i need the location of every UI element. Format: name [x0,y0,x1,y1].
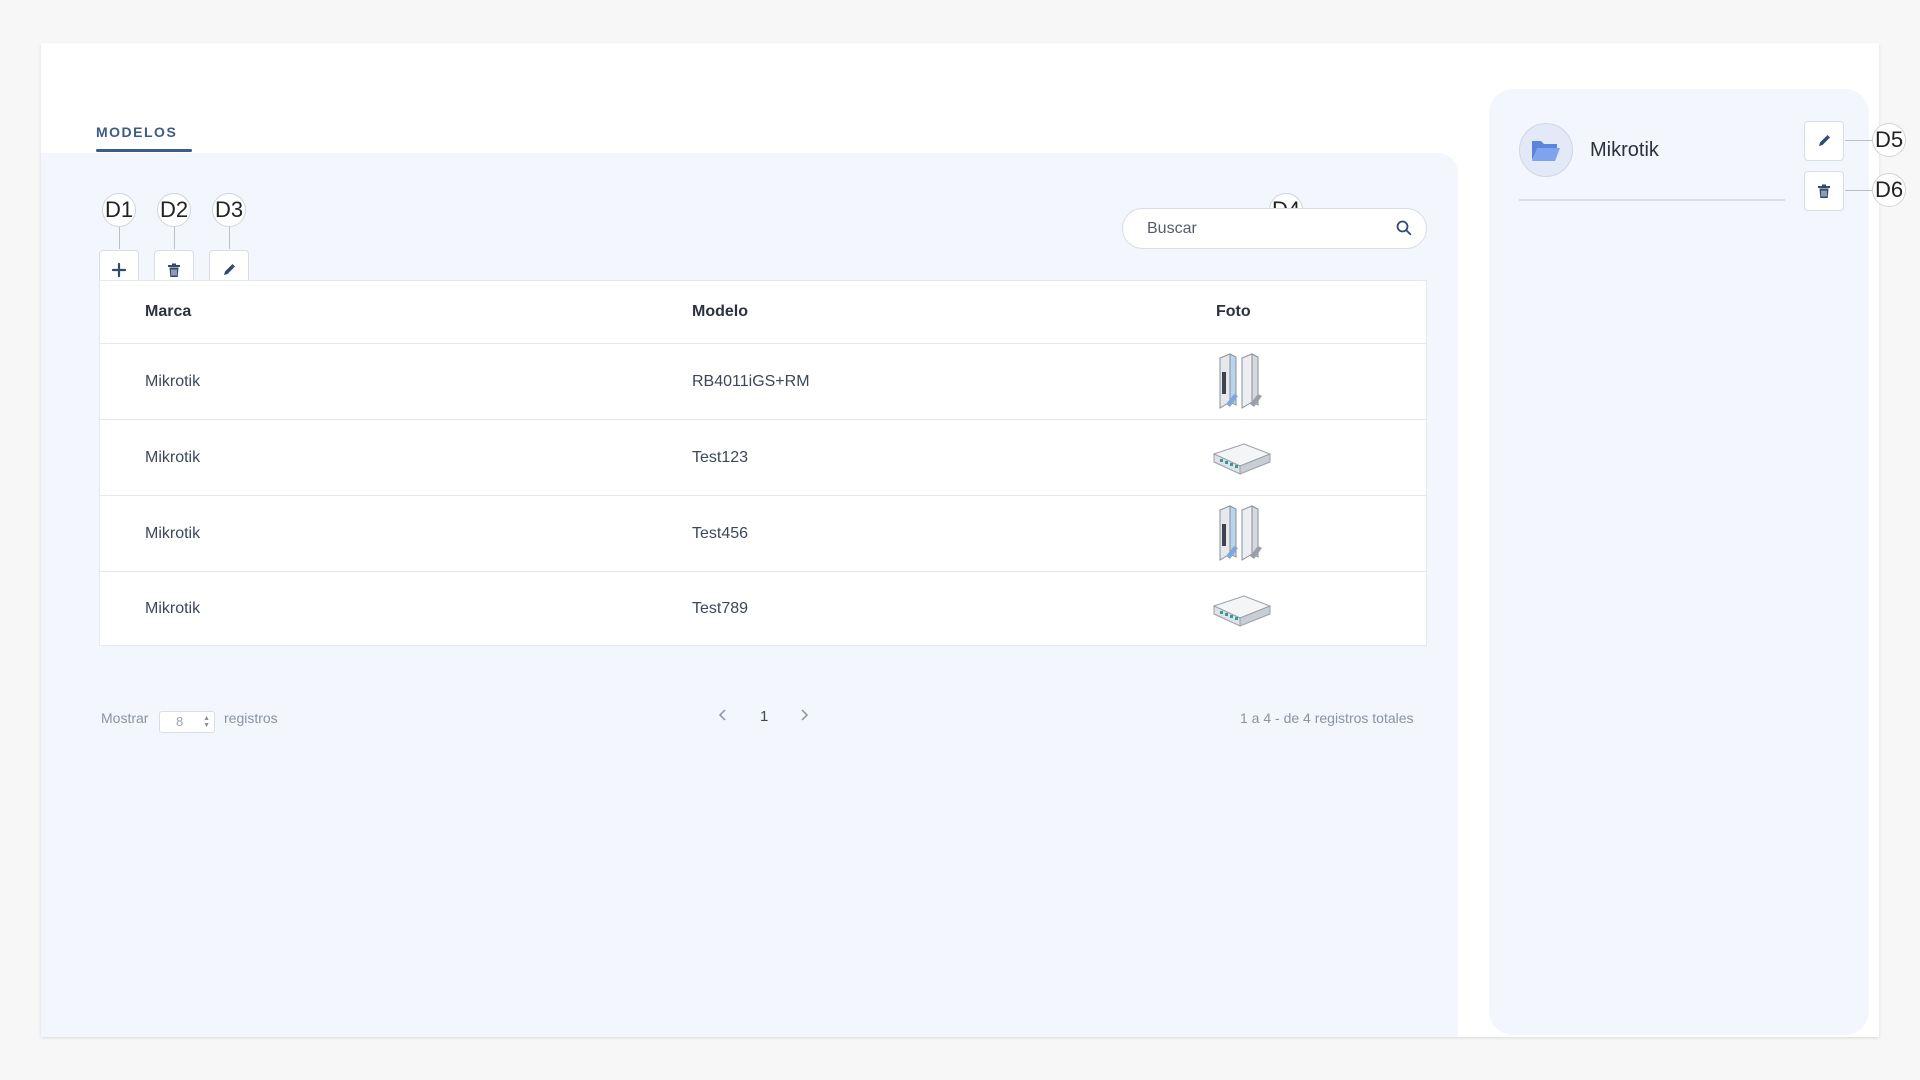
search-box[interactable] [1122,208,1427,249]
router-flat-image [1212,443,1272,475]
records-summary: 1 a 4 - de 4 registros totales [1240,710,1414,726]
table-row[interactable]: Mikrotik Test789 [100,572,1426,645]
pencil-icon [224,264,235,275]
table-row[interactable]: Mikrotik Test456 [100,496,1426,572]
cell-modelo: Test123 [692,448,749,466]
router-tower-image [1219,505,1262,561]
search-icon[interactable] [1396,220,1412,241]
callout-line [1845,140,1875,141]
callout-line [1845,190,1875,191]
page-number[interactable]: 1 [760,708,768,725]
column-header-modelo[interactable]: Modelo [692,303,748,321]
cell-marca: Mikrotik [145,524,201,542]
tab-active-indicator [96,149,192,152]
brand-name: Mikrotik [1590,139,1659,161]
stepper-arrows-icon[interactable]: ▲ ▼ [203,715,210,729]
page-size-value: 8 [176,714,184,729]
cell-marca: Mikrotik [145,599,201,617]
column-header-foto[interactable]: Foto [1216,303,1251,321]
router-flat-image [1212,595,1272,627]
cell-marca: Mikrotik [145,372,201,390]
callout-d3: D3 [212,193,246,227]
divider [1519,199,1785,201]
folder-open-icon [1532,141,1560,161]
records-label: registros [224,710,278,726]
brand-avatar [1519,123,1573,177]
callout-d6: D6 [1872,173,1906,207]
cell-modelo: Test456 [692,524,749,542]
column-header-marca[interactable]: Marca [145,303,191,321]
tab-modelos[interactable]: MODELOS [96,124,177,140]
trash-icon [168,263,180,277]
callout-d5: D5 [1872,123,1906,157]
show-label: Mostrar [101,710,149,726]
table-row[interactable]: Mikrotik Test123 [100,420,1426,496]
cell-marca: Mikrotik [145,448,201,466]
prev-page-icon[interactable] [718,708,728,726]
page-size-select[interactable]: 8 ▲ ▼ [159,711,215,733]
search-input[interactable] [1147,209,1387,248]
app-window: MODELOS D1 D2 D3 Buscar Marca Modelo Fot… [41,43,1906,1037]
table-header: Marca Modelo Foto [100,281,1426,344]
callout-d2: D2 [157,193,191,227]
detail-panel: Mikrotik D5 D6 [1489,89,1906,1035]
edit-brand-button[interactable] [1804,121,1844,161]
trash-icon [1818,184,1830,198]
pencil-icon [1819,135,1830,146]
plus-icon [111,262,127,278]
delete-brand-button[interactable] [1804,171,1844,211]
table-row[interactable]: Mikrotik RB4011iGS+RM [100,344,1426,420]
cell-modelo: Test789 [692,599,749,617]
callout-d1: D1 [102,193,136,227]
next-page-icon[interactable] [799,708,809,726]
models-table: Marca Modelo Foto Mikrotik RB4011iGS+RM … [99,280,1427,646]
cell-modelo: RB4011iGS+RM [692,372,810,390]
router-tower-image [1219,353,1262,409]
